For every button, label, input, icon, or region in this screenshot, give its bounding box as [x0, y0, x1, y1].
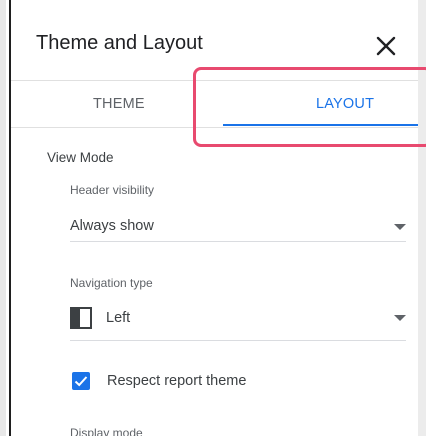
chevron-down-icon — [394, 315, 406, 321]
left-navigation-icon — [70, 307, 92, 329]
layout-tab-highlight — [193, 67, 426, 147]
header-visibility-value: Always show — [70, 218, 154, 234]
tab-theme-label: THEME — [93, 96, 145, 112]
check-icon — [74, 376, 88, 387]
view-mode-heading: View Mode — [47, 150, 114, 165]
navigation-type-label: Navigation type — [70, 276, 153, 290]
background-left — [0, 0, 6, 436]
close-button[interactable] — [373, 33, 399, 59]
theme-layout-panel: Theme and Layout THEME LAYOUT View Mode … — [9, 0, 418, 436]
header-visibility-select[interactable]: Always show — [70, 208, 406, 248]
navigation-type-underline — [70, 340, 406, 341]
navigation-type-select[interactable]: Left — [70, 300, 406, 340]
navigation-type-value: Left — [106, 310, 131, 326]
tab-theme[interactable]: THEME — [11, 81, 218, 127]
panel-title: Theme and Layout — [36, 32, 203, 54]
header-visibility-label: Header visibility — [70, 183, 155, 197]
respect-report-theme-checkbox[interactable] — [72, 372, 90, 390]
header-visibility-underline — [70, 241, 406, 242]
display-mode-label: Display mode — [70, 426, 143, 436]
background-right — [418, 0, 426, 436]
close-icon — [376, 36, 396, 56]
chevron-down-icon — [394, 224, 406, 230]
respect-report-theme-label: Respect report theme — [107, 373, 247, 389]
